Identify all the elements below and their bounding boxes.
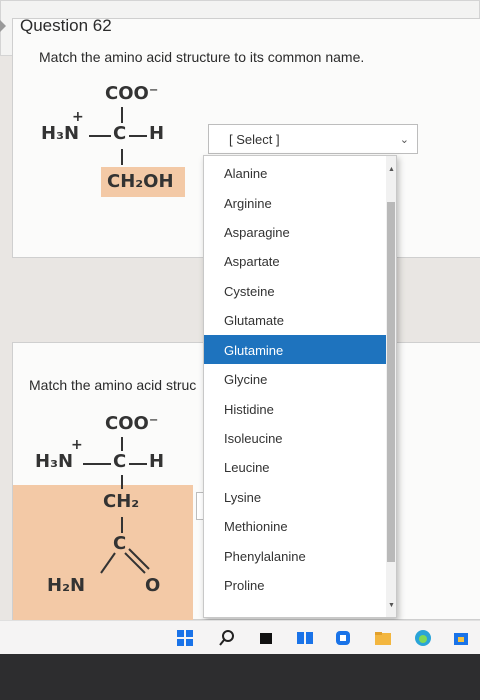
option-phenylalanine[interactable]: Phenylalanine: [204, 541, 392, 570]
amide-nh2-label: H₂N: [47, 575, 86, 596]
dropdown-list[interactable]: Alanine Arginine Asparagine Aspartate Cy…: [203, 155, 397, 618]
ch2-label: CH₂: [103, 491, 140, 512]
carboxylate-label: COO⁻: [105, 413, 159, 434]
hydrogen-label: H: [149, 123, 165, 144]
option-alanine[interactable]: Alanine: [204, 158, 392, 187]
option-proline[interactable]: Proline: [204, 570, 392, 599]
alpha-carbon: C: [113, 451, 127, 472]
option-isoleucine[interactable]: Isoleucine: [204, 423, 392, 452]
option-methionine[interactable]: Methionine: [204, 511, 392, 540]
bond: [121, 517, 123, 533]
dropdown-scrollbar[interactable]: ▲ ▼: [386, 156, 396, 617]
bond: [129, 463, 147, 465]
scrollbar-thumb[interactable]: [387, 202, 395, 562]
side-chain-label: CH₂OH: [107, 171, 174, 192]
amine-label: H₃N: [35, 451, 74, 472]
bond: [89, 135, 111, 137]
amine-label: H₃N: [41, 123, 80, 144]
option-lysine[interactable]: Lysine: [204, 482, 392, 511]
file-explorer-icon[interactable]: [374, 629, 392, 647]
bond: [121, 437, 123, 451]
store-icon[interactable]: [452, 629, 470, 647]
windows-start-icon[interactable]: [176, 629, 194, 647]
option-arginine[interactable]: Arginine: [204, 188, 392, 217]
carboxylate-label: COO⁻: [105, 83, 159, 104]
alpha-carbon: C: [113, 123, 127, 144]
desk-surface: [0, 654, 480, 700]
bond: [121, 475, 123, 489]
option-glycine[interactable]: Glycine: [204, 364, 392, 393]
answer-select[interactable]: [ Select ] ⌄: [208, 124, 418, 154]
bond: [129, 135, 147, 137]
option-aspartate[interactable]: Aspartate: [204, 246, 392, 275]
chevron-down-icon: ⌄: [399, 134, 409, 146]
question-prompt: Match the amino acid struc: [29, 377, 197, 393]
widgets-icon[interactable]: [296, 629, 314, 647]
amino-acid-structure-1: COO⁻ + H₃N C H CH₂OH: [35, 79, 215, 209]
option-leucine[interactable]: Leucine: [204, 452, 392, 481]
select-value: [ Select ]: [229, 132, 280, 147]
chat-icon[interactable]: [334, 629, 352, 647]
oxygen-label: O: [145, 575, 161, 596]
scroll-up-icon[interactable]: ▲: [388, 166, 395, 173]
bond: [83, 463, 111, 465]
taskbar: [0, 620, 480, 654]
scroll-down-icon[interactable]: ▼: [388, 602, 395, 609]
search-icon[interactable]: [218, 629, 236, 647]
question-prompt: Match the amino acid structure to its co…: [39, 49, 365, 65]
option-glutamine[interactable]: Glutamine: [204, 335, 392, 364]
question-number: Question 62: [20, 16, 112, 35]
amino-acid-structure-2: COO⁻ + H₃N C H CH₂ C H₂N O: [13, 407, 213, 621]
bond: [121, 107, 123, 123]
hydrogen-label: H: [149, 451, 165, 472]
task-view-icon[interactable]: [258, 629, 276, 647]
collapse-arrow-icon: [0, 20, 6, 32]
edge-browser-icon[interactable]: [414, 629, 432, 647]
option-histidine[interactable]: Histidine: [204, 394, 392, 423]
bond: [121, 149, 123, 165]
option-asparagine[interactable]: Asparagine: [204, 217, 392, 246]
option-glutamate[interactable]: Glutamate: [204, 305, 392, 334]
option-cysteine[interactable]: Cysteine: [204, 276, 392, 305]
